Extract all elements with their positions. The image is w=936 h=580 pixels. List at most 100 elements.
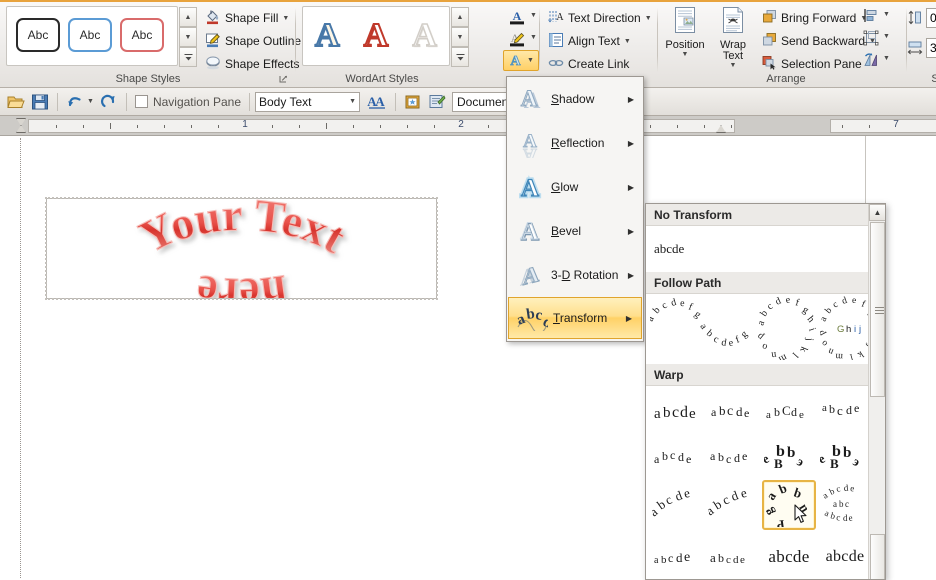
selection-pane-button[interactable]: Selection Pane: [758, 53, 866, 75]
gallery-scroll-thumb-lower[interactable]: [870, 534, 885, 579]
open-button[interactable]: [4, 91, 28, 113]
document-properties-button[interactable]: [425, 91, 449, 113]
redo-button[interactable]: [97, 91, 121, 113]
format-painter-button[interactable]: A A: [364, 91, 390, 113]
text-direction-button[interactable]: A Text Direction ▼: [544, 7, 656, 29]
gallery-item-warp-chevron-up[interactable]: ab Cd e: [764, 390, 814, 432]
chevron-down-icon: ▼: [349, 98, 356, 105]
chevron-down-icon[interactable]: ▼: [530, 34, 537, 41]
gallery-item-warp-triangle-down[interactable]: ab cd e: [708, 390, 758, 432]
gallery-scrollbar[interactable]: ▲: [868, 204, 885, 579]
create-link-label: Create Link: [568, 57, 630, 71]
text-effects-button[interactable]: A ▼: [503, 50, 539, 71]
shape-height-input[interactable]: 0: [926, 8, 936, 28]
style-dropdown[interactable]: Body Text ▼: [255, 91, 360, 112]
wordart-scroll-down-button[interactable]: ▼: [451, 27, 469, 47]
rotate-objects-button[interactable]: [861, 50, 881, 70]
gallery-item-warp-stacked-arch[interactable]: a b c d e abc a b c d e: [820, 482, 870, 528]
gallery-item-follow-path-circle[interactable]: a b c d e f g h i j k l m n o p: [755, 295, 820, 365]
menu-item-shadow[interactable]: A A Shadow ▶: [507, 77, 643, 121]
gallery-item-warp-cascade-up[interactable]: abc de: [652, 436, 702, 478]
align-objects-button[interactable]: [861, 6, 881, 26]
align-text-icon: [548, 32, 564, 51]
checkbox-icon: [134, 95, 148, 108]
shape-styles-gallery[interactable]: Abc Abc Abc: [6, 6, 178, 66]
gallery-item-warp-fade[interactable]: abcde: [820, 536, 870, 578]
gallery-item-warp-square[interactable]: abcde: [764, 536, 814, 578]
wordart-more-button[interactable]: [451, 47, 469, 67]
shape-styles-dialog-launcher[interactable]: [279, 75, 288, 84]
shape-style-chip[interactable]: Abc: [120, 18, 164, 52]
menu-item-transform[interactable]: a b c d Transform ▶: [508, 297, 642, 339]
wrap-text-button[interactable]: Wrap Text ▼: [710, 6, 756, 69]
submenu-arrow-icon: ▶: [627, 94, 634, 104]
shape-styles-more-button[interactable]: [179, 47, 197, 67]
gallery-item-no-transform[interactable]: abcde: [654, 234, 708, 264]
shape-styles-scroll-up-button[interactable]: ▲: [179, 7, 197, 27]
chevron-down-icon[interactable]: ▼: [883, 11, 890, 18]
gallery-item-follow-path-arch-up[interactable]: a b c d e f g a b c d e f g: [646, 296, 762, 360]
shape-height-icon: [907, 10, 923, 29]
text-fill-button[interactable]: A: [505, 7, 529, 27]
gallery-item-warp-deflate[interactable]: e b b э B: [820, 436, 870, 478]
svg-text:e: e: [686, 452, 691, 466]
gallery-item-warp-slant-up[interactable]: a b c d e: [652, 482, 702, 528]
text-outline-button[interactable]: A: [505, 29, 529, 49]
quick-access-toolbar: ▼ Navigation Pane Body Text ▼ A A Docume…: [0, 88, 936, 116]
wordart-object[interactable]: Your Text here: [45, 197, 438, 300]
gallery-scroll-thumb[interactable]: [870, 222, 885, 397]
hanging-indent-marker[interactable]: [16, 125, 26, 133]
wordart-scroll-up-button[interactable]: ▲: [451, 7, 469, 27]
gallery-item-warp-circle-ring[interactable]: a b b n g P: [762, 480, 816, 530]
shape-style-chip[interactable]: Abc: [68, 18, 112, 52]
horizontal-ruler[interactable]: 1 2 7: [0, 116, 936, 136]
align-text-button[interactable]: Align Text ▼: [544, 30, 635, 52]
shape-width-input[interactable]: 3: [926, 38, 936, 58]
text-effects-menu[interactable]: A A Shadow ▶ A A Reflection ▶ A A Glow ▶…: [506, 76, 644, 342]
wordart-style-preview[interactable]: A: [314, 18, 341, 54]
chevron-down-icon[interactable]: ▼: [883, 55, 890, 62]
svg-text:f: f: [794, 297, 801, 309]
wordart-style-preview[interactable]: A: [412, 18, 438, 54]
toolbar-separator: [57, 92, 58, 111]
chevron-down-icon[interactable]: ▼: [883, 33, 890, 40]
wordart-style-preview[interactable]: A: [363, 18, 390, 54]
pencil-outline-icon: [205, 32, 221, 51]
transform-gallery-flyout[interactable]: No Transform abcde Follow Path a b c d e…: [645, 203, 886, 580]
save-button[interactable]: [28, 91, 52, 113]
undo-button[interactable]: ▼: [63, 91, 97, 113]
menu-item-reflection-label: Reflection: [551, 136, 605, 150]
bring-forward-button[interactable]: Bring Forward ▼: [758, 7, 871, 29]
gallery-item-warp-chevron-down[interactable]: ab cd e: [820, 390, 870, 432]
menu-item-reflection[interactable]: A A Reflection ▶: [507, 121, 643, 165]
position-button[interactable]: Position ▼: [662, 6, 708, 58]
gallery-item-warp-wave-up[interactable]: ab cd e: [652, 536, 702, 578]
menu-item-glow[interactable]: A A Glow ▶: [507, 165, 643, 209]
more-styles-icon: [184, 53, 192, 60]
gallery-item-warp-inflate[interactable]: e b b э B: [764, 436, 814, 478]
gallery-scroll-up-button[interactable]: ▲: [869, 204, 885, 221]
gallery-item-warp-slant-down[interactable]: a b c d e: [708, 482, 758, 528]
navigation-pane-label: Navigation Pane: [152, 94, 241, 109]
svg-text:c: c: [765, 301, 776, 313]
navigation-pane-toggle[interactable]: Navigation Pane: [132, 91, 244, 113]
wordart-styles-gallery[interactable]: A A A: [302, 6, 450, 66]
svg-text:A: A: [375, 94, 385, 109]
shape-style-chip[interactable]: Abc: [16, 18, 60, 52]
gallery-item-warp-cascade-down[interactable]: abc de: [708, 436, 758, 478]
wordart-styles-group-label: WordArt Styles: [345, 73, 419, 85]
svg-text:n: n: [771, 349, 777, 360]
gallery-item-warp-triangle-up[interactable]: ab cd e: [652, 390, 702, 432]
create-link-button[interactable]: Create Link: [544, 53, 633, 75]
shape-styles-scroll-down-button[interactable]: ▼: [179, 27, 197, 47]
new-comment-button[interactable]: [401, 91, 425, 113]
menu-item-3d-rotation[interactable]: A A 3-D Rotation ▶: [507, 253, 643, 297]
shape-fill-button[interactable]: Shape Fill ▼: [201, 7, 293, 29]
gallery-item-warp-wave-down[interactable]: ab cd e: [708, 536, 758, 578]
menu-item-bevel[interactable]: A A Bevel ▶: [507, 209, 643, 253]
reflection-a-icon: A A: [513, 126, 547, 160]
chevron-down-icon[interactable]: ▼: [530, 12, 537, 19]
first-line-indent-marker[interactable]: [16, 118, 26, 126]
svg-text:A: A: [523, 144, 537, 158]
group-objects-button[interactable]: [861, 28, 881, 48]
